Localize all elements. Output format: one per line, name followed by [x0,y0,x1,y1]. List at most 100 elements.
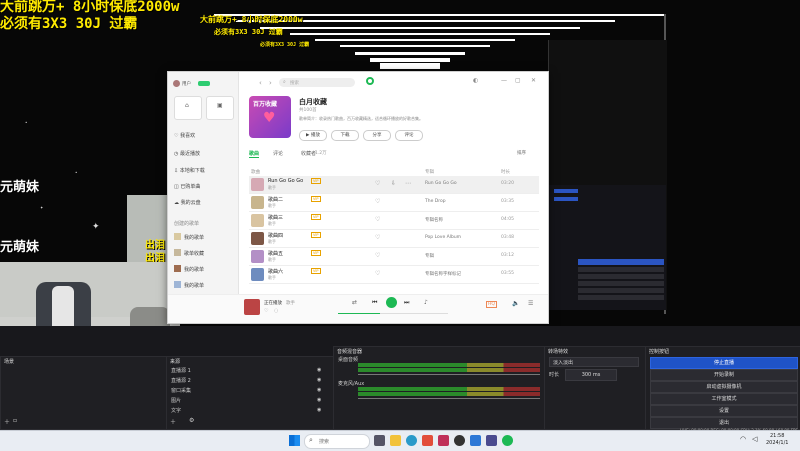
share-button[interactable]: 分享 [363,130,391,141]
sidebar-item-purchased[interactable]: ◫ 已购单曲 [174,183,200,190]
play-all-button[interactable]: ▶ 播放 [299,130,327,141]
download-button[interactable]: 下载 [331,130,359,141]
start-recording-button[interactable]: 开始录制 [650,369,798,381]
sidebar-playlist[interactable]: 歌单收藏 [174,249,204,257]
table-row[interactable]: 歌曲六 VIP 歌手 ♡ 专辑名称字样标记 03:55 [249,266,539,284]
heart-icon[interactable]: ♡ [375,180,380,187]
volume-slider[interactable] [358,398,540,399]
task-view-icon[interactable] [374,435,385,446]
more-icon[interactable]: ⋯ [405,180,411,187]
wifi-icon[interactable]: ◠ [740,435,746,443]
volume-icon[interactable]: 🔈 [512,300,519,307]
tab-songs-underline [249,157,259,158]
user-name[interactable]: 用户 [182,81,191,87]
app-icon[interactable] [438,435,449,446]
heart-icon[interactable]: ♡ [375,252,380,259]
now-playing-cover[interactable] [244,299,260,315]
sidebar-item-cloud[interactable]: ☁ 我的云盘 [174,199,201,206]
progress-track[interactable] [338,313,448,314]
heart-icon[interactable]: ♡ [375,234,380,241]
obs-icon[interactable] [454,435,465,446]
eye-icon[interactable]: ◉ [317,387,321,393]
table-row[interactable]: 歌曲五 VIP 歌手 ♡ 专辑 03:12 [249,248,539,266]
forward-icon[interactable]: › [269,79,272,87]
clock-time[interactable]: 21:58 [770,433,784,439]
close-icon[interactable]: ✕ [531,77,536,84]
taskbar-search[interactable]: ⌕ 搜索 [304,434,370,449]
heart-icon[interactable]: ♡ [375,270,380,277]
sidebar-playlist[interactable]: 我的歌单 [174,265,204,273]
recursive-frame-8 [370,58,450,62]
back-icon[interactable]: ‹ [259,79,262,87]
app-icon[interactable] [422,435,433,446]
sidebar-item-liked[interactable]: ♡ 我喜欢 [174,132,195,139]
source-item[interactable]: 窗口采集 ◉ [171,387,329,395]
lyrics-icon[interactable]: ♪ [424,299,428,306]
studio-mode-button[interactable]: 工作室模式 [650,393,798,405]
eye-icon[interactable]: ◉ [317,377,321,383]
add-source-icon[interactable]: ＋ [170,417,176,426]
home-tile[interactable]: ⌂ [174,96,202,120]
source-item[interactable]: 图片 ◉ [171,397,329,405]
app-icon[interactable] [470,435,481,446]
repeat-icon[interactable]: ⇄ [352,299,357,306]
minimize-icon[interactable]: — [501,77,507,84]
sidebar-playlist[interactable]: 我的歌单 [174,281,204,289]
duration-input[interactable]: 300 ms [565,369,617,381]
windows-start-icon[interactable] [289,435,300,446]
settings-button[interactable]: 设置 [650,405,798,417]
comment-icon[interactable]: ◌ [274,308,278,314]
source-item[interactable]: 文字 ◉ [171,407,329,415]
clock-date[interactable]: 2024/1/1 [766,440,788,446]
tab-collectors[interactable]: 收藏者 [301,150,316,157]
playlist-queue-icon[interactable]: ☰ [528,300,533,307]
add-icon[interactable]: ＋ [4,417,10,426]
tab-songs[interactable]: 歌曲 [249,150,259,157]
search-input[interactable]: ⌕ 搜索 [279,78,355,87]
table-row[interactable]: 歌曲三 VIP 歌手 ♡ 专辑名称 04:05 [249,212,539,230]
previous-icon[interactable]: ⏮ [372,299,377,307]
file-explorer-icon[interactable] [390,435,401,446]
virtual-camera-button[interactable]: 启动虚拟摄像机 [650,381,798,393]
sidebar-item-local[interactable]: ⇩ 本地和下载 [174,167,205,174]
skin-icon[interactable]: ◐ [473,77,478,84]
transition-select[interactable]: 淡入淡出 [549,357,639,367]
table-row[interactable]: 歌曲二 VIP 歌手 ♡ The Drop 03:35 [249,194,539,212]
next-icon[interactable]: ⏭ [404,299,409,307]
mirror-panel [548,185,666,310]
eye-icon[interactable]: ◉ [317,397,321,403]
music-app-window[interactable]: 用户 ⌂ ▣ ♡ 我喜欢 ◷ 最近播放 ⇩ 本地和下载 ◫ 已购单曲 ☁ 我的云… [167,71,549,324]
stop-streaming-button[interactable]: 停止直播 [650,357,798,369]
table-row[interactable]: 歌曲四 VIP 歌手 ♡ Pop Love Album 03:48 [249,230,539,248]
song-artist: 歌手 [268,203,276,208]
maximize-icon[interactable]: ▢ [515,77,521,84]
comment-button[interactable]: 评论 [395,130,423,141]
eye-icon[interactable]: ◉ [317,407,321,413]
app-icon[interactable] [486,435,497,446]
volume-tray-icon[interactable]: ◁ [752,435,757,443]
source-item[interactable]: 直播源 2 ◉ [171,377,329,385]
sidebar-playlist[interactable]: 我的歌单 [174,233,204,241]
gear-icon[interactable]: ⚙ [189,417,194,424]
source-item[interactable]: 直播源 1 ◉ [171,367,329,375]
song-artist: 歌手 [268,185,276,190]
library-tile[interactable]: ▣ [206,96,234,120]
avatar[interactable] [173,80,180,87]
music-app-icon[interactable] [502,435,513,446]
like-icon[interactable]: ♡ [264,308,268,314]
play-pause-button[interactable] [386,297,397,308]
heart-icon[interactable]: ♡ [375,198,380,205]
tab-comments[interactable]: 评论 [273,150,283,157]
heart-icon[interactable]: ♡ [375,216,380,223]
sort-button[interactable]: 排序 [517,150,526,156]
download-icon[interactable]: ⇩ [391,180,396,187]
remove-icon[interactable]: ▫ [13,417,17,424]
edge-icon[interactable] [406,435,417,446]
volume-slider[interactable] [358,374,540,375]
eye-icon[interactable]: ◉ [317,367,321,373]
quality-badge[interactable]: HQ [486,301,497,308]
vip-tag: VIP [311,196,321,202]
sidebar-item-recent[interactable]: ◷ 最近播放 [174,150,200,157]
table-row[interactable]: Run Go Go Go VIP 歌手 ♡ ⇩ ⋯ Run Go Go Go 03:20 [249,176,539,194]
sources-dock: 来源 直播源 1 ◉ 直播源 2 ◉ 窗口采集 ◉ 图片 ◉ 文字 ◉ ＋ ⚙ [166,356,334,430]
